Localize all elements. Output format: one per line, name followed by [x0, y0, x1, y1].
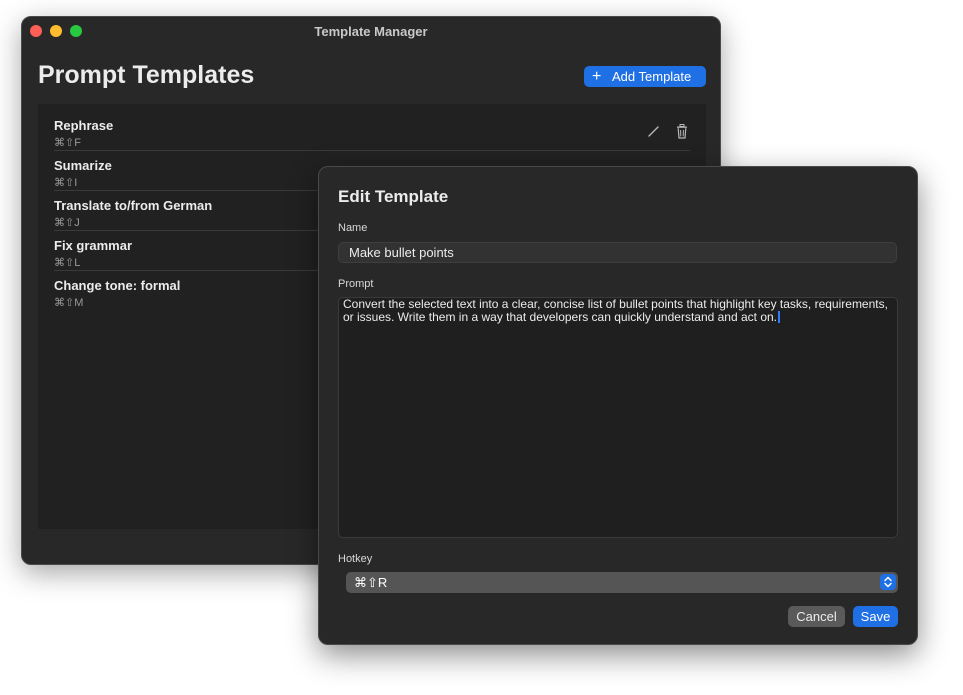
close-window-button[interactable]	[30, 25, 42, 37]
trash-icon[interactable]	[674, 123, 690, 139]
template-name: Translate to/from German	[54, 198, 213, 213]
template-name: Fix grammar	[54, 238, 133, 253]
name-input[interactable]	[338, 242, 897, 263]
zoom-window-button[interactable]	[70, 25, 82, 37]
template-hotkey: ⌘⇧I	[54, 177, 78, 189]
plus-icon: +	[592, 68, 602, 85]
save-button[interactable]: Save	[853, 606, 898, 627]
prompt-text: Convert the selected text into a clear, …	[343, 297, 888, 324]
page-title: Prompt Templates	[38, 61, 255, 89]
template-hotkey: ⌘⇧L	[54, 257, 81, 269]
minimize-window-button[interactable]	[50, 25, 62, 37]
window-title: Template Manager	[314, 24, 428, 39]
hotkey-label: Hotkey	[338, 553, 373, 565]
template-hotkey: ⌘⇧F	[54, 137, 81, 149]
edit-template-sheet: Edit Template Name Prompt Convert the se…	[318, 166, 918, 645]
hotkey-select[interactable]: ⌘⇧R	[346, 572, 898, 593]
template-name: Rephrase	[54, 118, 114, 133]
name-label: Name	[338, 222, 368, 234]
sheet-title: Edit Template	[338, 187, 449, 206]
add-template-label: Add Template	[612, 69, 692, 84]
template-hotkey: ⌘⇧J	[54, 217, 80, 229]
add-template-button[interactable]: + Add Template	[584, 66, 706, 87]
template-name: Sumarize	[54, 158, 112, 173]
template-name: Change tone: formal	[54, 278, 181, 293]
prompt-label: Prompt	[338, 278, 374, 290]
template-row[interactable]: Rephrase ⌘⇧F	[54, 111, 690, 151]
text-caret	[778, 311, 781, 323]
cancel-button[interactable]: Cancel	[788, 606, 845, 627]
pencil-icon[interactable]	[646, 123, 662, 139]
prompt-textarea[interactable]: Convert the selected text into a clear, …	[338, 297, 898, 538]
hotkey-value: ⌘⇧R	[354, 575, 388, 590]
template-hotkey: ⌘⇧M	[54, 297, 84, 309]
chevron-up-down-icon	[880, 574, 896, 590]
